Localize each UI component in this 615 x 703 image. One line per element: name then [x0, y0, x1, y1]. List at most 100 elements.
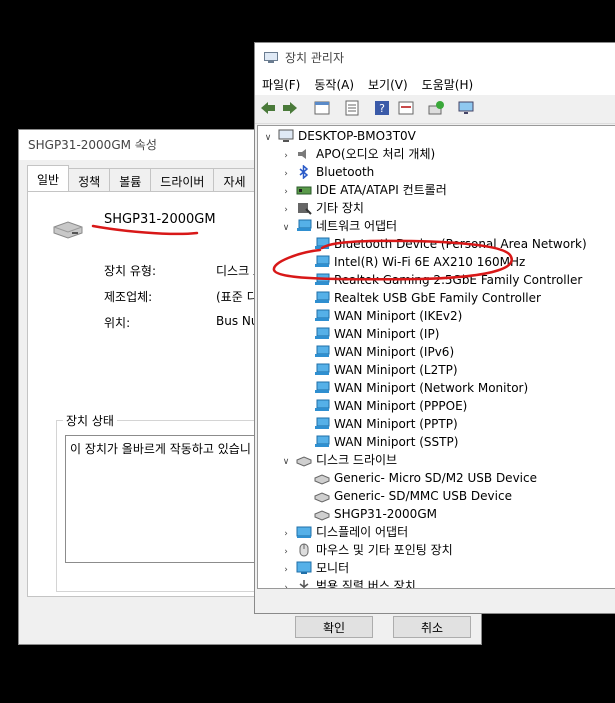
chevron-down-icon[interactable]: ∨ — [280, 453, 292, 471]
tree-device[interactable]: WAN Miniport (PPTP) — [298, 415, 458, 433]
device-status-title: 장치 상태 — [63, 412, 117, 429]
tree-device[interactable]: SHGP31-2000GM — [298, 505, 437, 523]
tree-label: WAN Miniport (SSTP) — [334, 435, 459, 449]
device-tree[interactable]: ∨ DESKTOP-BMO3T0V › APO(오디오 처리 개체) › Bluetoo… — [257, 125, 615, 589]
tab-general[interactable]: 일반 — [27, 165, 70, 194]
root-label: DESKTOP-BMO3T0V — [298, 129, 416, 143]
ok-button[interactable]: 확인 — [295, 616, 373, 638]
tree-device[interactable]: WAN Miniport (L2TP) — [298, 361, 458, 379]
network-icon — [315, 255, 330, 267]
tree-label: WAN Miniport (L2TP) — [334, 363, 458, 377]
properties-tabs: 일반 정책 볼륨 드라이버 자세 — [27, 165, 256, 194]
tree-category[interactable]: › IDE ATA/ATAPI 컨트롤러 — [280, 181, 447, 199]
tree-root[interactable]: ∨ DESKTOP-BMO3T0V — [262, 127, 416, 145]
tree-device[interactable]: Generic- SD/MMC USB Device — [298, 487, 512, 505]
tree-label: 디스플레이 어댑터 — [316, 525, 409, 539]
location-label: 위치: — [104, 316, 131, 330]
menu-file[interactable]: 파일(F) — [255, 73, 307, 95]
tree-label: WAN Miniport (PPPOE) — [334, 399, 468, 413]
tab-policy[interactable]: 정책 — [68, 168, 111, 192]
tab-details[interactable]: 자세 — [213, 168, 256, 192]
mouse-icon — [299, 543, 309, 557]
tree-label: Realtek Gaming 2.5GbE Family Controller — [334, 273, 583, 287]
tree-device[interactable]: WAN Miniport (Network Monitor) — [298, 379, 528, 397]
tree-label: 디스크 드라이브 — [316, 453, 398, 467]
network-icon — [315, 309, 330, 321]
tree-label: 마우스 및 기타 포인팅 장치 — [316, 543, 453, 557]
list-view-icon[interactable] — [343, 100, 361, 116]
display-icon — [296, 526, 312, 538]
device-name: SHGP31-2000GM — [104, 212, 216, 227]
tree-category[interactable]: ∨ 디스크 드라이브 — [280, 451, 397, 469]
tree-device[interactable]: Generic- Micro SD/M2 USB Device — [298, 469, 537, 487]
network-icon — [315, 273, 330, 285]
help-icon[interactable]: ? — [373, 100, 391, 116]
update-driver-icon[interactable] — [427, 100, 445, 116]
tree-category[interactable]: › 기타 장치 — [280, 199, 364, 217]
usb-icon — [299, 580, 309, 588]
tab-volume[interactable]: 볼륨 — [109, 168, 152, 192]
controller-icon — [296, 186, 312, 195]
disk-icon — [296, 456, 312, 467]
svg-text:?: ? — [379, 102, 385, 115]
network-icon — [297, 219, 312, 231]
tree-category[interactable]: ∨ 네트워크 어댑터 — [280, 217, 397, 235]
tree-label: WAN Miniport (IP) — [334, 327, 440, 341]
tree-label: 기타 장치 — [316, 201, 364, 215]
menu-action[interactable]: 동작(A) — [307, 73, 361, 95]
tree-label: 범용 직렬 버스 장치 — [316, 579, 416, 589]
tree-category[interactable]: › APO(오디오 처리 개체) — [280, 145, 435, 163]
computer-icon — [278, 129, 294, 142]
device-manager-icon — [264, 52, 278, 63]
menu-bar: 파일(F) 동작(A) 보기(V) 도움말(H) — [255, 73, 615, 95]
network-icon — [315, 435, 330, 447]
manufacturer-label: 제조업체: — [104, 290, 153, 304]
properties-view-icon[interactable] — [313, 100, 331, 116]
network-icon — [315, 291, 330, 303]
cancel-button[interactable]: 취소 — [393, 616, 471, 638]
scan-hardware-icon[interactable] — [397, 100, 415, 116]
tree-device[interactable]: WAN Miniport (IPv6) — [298, 343, 454, 361]
chevron-down-icon[interactable]: ∨ — [280, 219, 292, 237]
tree-category[interactable]: › 범용 직렬 버스 장치 — [280, 577, 416, 589]
network-icon — [315, 237, 330, 249]
tree-device[interactable]: WAN Miniport (IP) — [298, 325, 439, 343]
tree-category[interactable]: › 마우스 및 기타 포인팅 장치 — [280, 541, 453, 559]
monitor-icon — [296, 561, 312, 574]
back-arrow-icon[interactable] — [259, 100, 277, 116]
tree-device[interactable]: Realtek Gaming 2.5GbE Family Controller — [298, 271, 582, 289]
network-icon — [315, 345, 330, 357]
network-icon — [315, 399, 330, 411]
tree-label: Generic- SD/MMC USB Device — [334, 489, 512, 503]
network-icon — [315, 363, 330, 375]
chevron-right-icon[interactable]: › — [280, 579, 292, 588]
tree-device[interactable]: Intel(R) Wi-Fi 6E AX210 160MHz — [298, 253, 525, 271]
tree-label: WAN Miniport (PPTP) — [334, 417, 458, 431]
tree-device[interactable]: WAN Miniport (PPPOE) — [298, 397, 467, 415]
monitor-toolbar-icon[interactable] — [457, 100, 475, 116]
menu-view[interactable]: 보기(V) — [361, 73, 415, 95]
tree-label: IDE ATA/ATAPI 컨트롤러 — [316, 183, 447, 197]
disk-icon — [314, 510, 330, 521]
disk-icon — [314, 492, 330, 503]
tree-label: SHGP31-2000GM — [334, 507, 437, 521]
tree-device[interactable]: WAN Miniport (IKEv2) — [298, 307, 462, 325]
tree-label: WAN Miniport (Network Monitor) — [334, 381, 529, 395]
tree-label: Bluetooth — [316, 165, 375, 179]
network-icon — [315, 381, 330, 393]
tree-category[interactable]: › 모니터 — [280, 559, 349, 577]
network-icon — [315, 417, 330, 429]
device-type-label: 장치 유형: — [104, 264, 157, 278]
menu-help[interactable]: 도움말(H) — [415, 73, 481, 95]
tree-device[interactable]: Bluetooth Device (Personal Area Network) — [298, 235, 587, 253]
tree-device[interactable]: Realtek USB GbE Family Controller — [298, 289, 541, 307]
tree-label: Intel(R) Wi-Fi 6E AX210 160MHz — [334, 255, 526, 269]
tab-driver[interactable]: 드라이버 — [150, 168, 215, 192]
tree-label: WAN Miniport (IPv6) — [334, 345, 455, 359]
tree-device[interactable]: WAN Miniport (SSTP) — [298, 433, 458, 451]
forward-arrow-icon[interactable] — [281, 100, 299, 116]
status-bar — [255, 591, 615, 613]
tree-category[interactable]: › Bluetooth — [280, 163, 374, 181]
chevron-down-icon[interactable]: ∨ — [262, 129, 274, 147]
tree-category[interactable]: › 디스플레이 어댑터 — [280, 523, 408, 541]
